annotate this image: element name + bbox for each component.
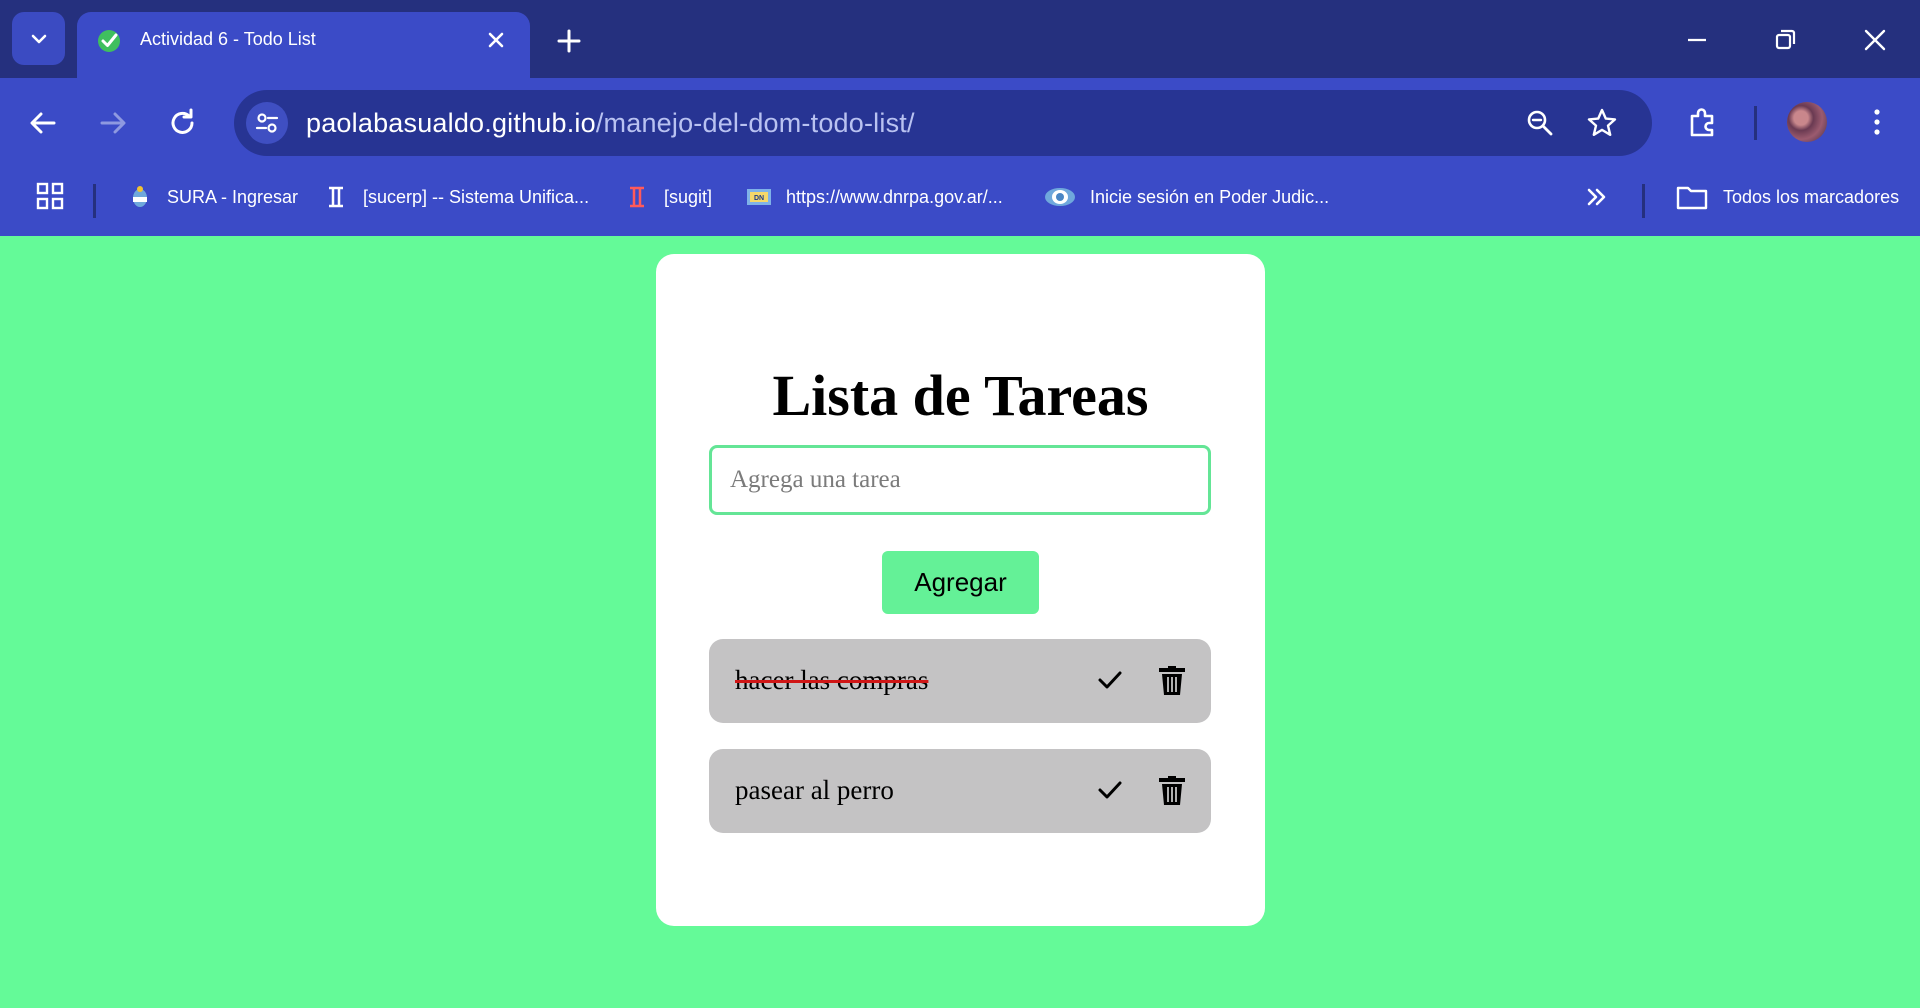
bookmark-label: [sugit] [664,186,713,207]
all-bookmarks-label: Todos los marcadores [1723,186,1900,207]
restore-icon[interactable] [1767,22,1803,58]
trash-icon[interactable] [1157,774,1187,806]
bookmark-label: https://www.dnrpa.gov.ar/... [786,186,1003,207]
dnrpa-logo-icon: DN [747,189,771,205]
chevron-down-icon [31,34,46,43]
chevron-double-right-icon[interactable] [1582,182,1612,212]
page-title: Lista de Tareas [772,363,1149,428]
bookmark-sura[interactable]: SURA - Ingresar [127,170,298,224]
extensions-puzzle-icon[interactable] [1685,104,1721,140]
bookmarks-bar: SURA - Ingresar [sucerp] -- Sistema Unif… [0,170,1920,236]
bookmark-label: Inicie sesión en Poder Judic... [1090,186,1330,207]
site-info-button[interactable] [246,102,288,144]
task-text: pasear al perro [735,775,894,805]
close-icon[interactable] [485,29,507,51]
window-close-icon[interactable] [1857,22,1893,58]
bookmark-sugit[interactable]: [sugit] [624,170,712,224]
address-bar[interactable]: paolabasualdo.github.io/manejo-del-dom-t… [234,90,1652,156]
bookmark-dnrpa[interactable]: DN https://www.dnrpa.gov.ar/... [746,170,1003,224]
tab-title: Actividad 6 - Todo List [140,29,316,49]
url-path: /manejo-del-dom-todo-list/ [595,108,915,138]
kebab-menu-icon[interactable] [1859,104,1895,140]
svg-text:DN: DN [754,195,764,202]
bookmark-sucerp[interactable]: [sucerp] -- Sistema Unifica... [323,170,589,224]
tab-search-button[interactable] [12,12,65,65]
tab-active[interactable]: Actividad 6 - Todo List [77,12,530,78]
trash-icon[interactable] [1157,664,1187,696]
task-item: hacer las compras [709,639,1211,723]
bookmarks-divider-right [1642,184,1645,218]
minimize-icon[interactable] [1679,22,1715,58]
bookmark-label: SURA - Ingresar [167,186,299,207]
url-text: paolabasualdo.github.io/manejo-del-dom-t… [306,108,915,139]
profile-avatar[interactable] [1787,102,1827,142]
bookmark-poder-judicial[interactable]: Inicie sesión en Poder Judic... [1044,170,1329,224]
folder-icon [1676,186,1708,210]
url-domain: paolabasualdo.github.io [306,108,596,138]
browser-toolbar: paolabasualdo.github.io/manejo-del-dom-t… [0,78,1920,170]
coat-of-arms-icon [133,186,147,207]
tune-icon [255,113,279,133]
task-text: hacer las compras [735,665,929,695]
apps-grid-icon[interactable] [34,180,66,212]
check-icon[interactable] [1096,776,1124,804]
reload-icon[interactable] [164,104,202,142]
bookmark-label: [sucerp] -- Sistema Unifica... [363,186,590,207]
check-icon[interactable] [1096,666,1124,694]
column-logo-red-icon [630,186,644,208]
all-bookmarks-folder[interactable]: Todos los marcadores [1675,170,1899,224]
toolbar-divider [1754,106,1757,140]
task-input[interactable] [709,445,1211,515]
page-viewport: Lista de Tareas Agregar hacer las compra… [0,236,1920,1008]
add-task-button[interactable]: Agregar [882,551,1039,614]
todo-card: Lista de Tareas Agregar hacer las compra… [656,254,1265,926]
back-arrow-icon[interactable] [24,104,62,142]
zoom-icon[interactable] [1524,107,1556,139]
check-circle-favicon-icon [98,30,120,52]
bookmarks-divider [93,184,96,218]
forward-arrow-icon[interactable] [94,104,132,142]
poder-judicial-logo-icon [1045,188,1075,206]
tab-strip: Actividad 6 - Todo List [0,0,1920,78]
task-item: pasear al perro [709,749,1211,833]
column-logo-icon [329,186,343,208]
new-tab-plus-icon[interactable] [553,25,585,57]
bookmark-star-icon[interactable] [1586,107,1618,139]
